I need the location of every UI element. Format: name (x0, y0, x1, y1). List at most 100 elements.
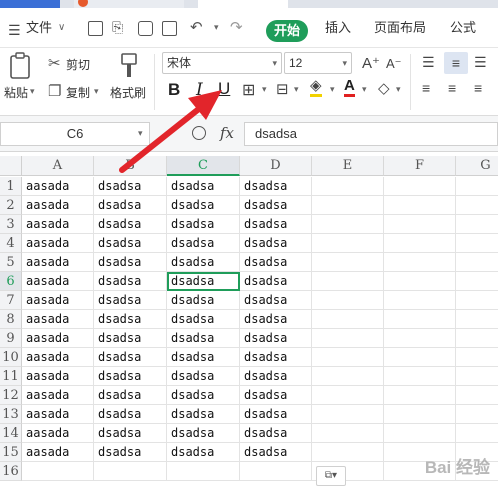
cell-f3[interactable] (384, 215, 456, 234)
paste-options-button[interactable]: ⧉▾ (316, 466, 346, 486)
cell-d6[interactable]: dsadsa (240, 272, 312, 291)
cell-e5[interactable] (312, 253, 384, 272)
cell-e13[interactable] (312, 405, 384, 424)
merge-icon[interactable]: ⊟ (276, 80, 289, 98)
cell-e1[interactable] (312, 177, 384, 196)
cell-a2[interactable]: aasada (22, 196, 94, 215)
cell-b1[interactable]: dsadsa (94, 177, 167, 196)
cell-f8[interactable] (384, 310, 456, 329)
cell-g13[interactable] (456, 405, 498, 424)
cell-d5[interactable]: dsadsa (240, 253, 312, 272)
row-header-6[interactable]: 6 (0, 272, 22, 291)
cell-d7[interactable]: dsadsa (240, 291, 312, 310)
name-box[interactable]: C6 (0, 122, 150, 146)
cell-g14[interactable] (456, 424, 498, 443)
cell-d3[interactable]: dsadsa (240, 215, 312, 234)
cell-a16[interactable] (22, 462, 94, 481)
cell-b15[interactable]: dsadsa (94, 443, 167, 462)
column-header-b[interactable]: B (94, 156, 167, 176)
cell-c1[interactable]: dsadsa (167, 177, 240, 196)
eraser-icon[interactable]: ◇ (378, 79, 390, 97)
align-top-icon[interactable]: ☰ (422, 54, 435, 71)
hamburger-icon[interactable]: ☰ (8, 22, 21, 39)
cell-d14[interactable]: dsadsa (240, 424, 312, 443)
tab-document[interactable] (74, 0, 184, 8)
spreadsheet-grid[interactable]: A B C D E F G 1 aasada dsadsa dsadsa dsadsa 2 aasada d… (0, 156, 498, 498)
column-header-g[interactable]: G (456, 156, 498, 176)
cell-a11[interactable]: aasada (22, 367, 94, 386)
cell-d11[interactable]: dsadsa (240, 367, 312, 386)
cell-c11[interactable]: dsadsa (167, 367, 240, 386)
cell-c8[interactable]: dsadsa (167, 310, 240, 329)
cell-e14[interactable] (312, 424, 384, 443)
row-header-9[interactable]: 9 (0, 329, 22, 348)
cell-g12[interactable] (456, 386, 498, 405)
cell-a13[interactable]: aasada (22, 405, 94, 424)
cell-c5[interactable]: dsadsa (167, 253, 240, 272)
cell-b12[interactable]: dsadsa (94, 386, 167, 405)
cell-f5[interactable] (384, 253, 456, 272)
row-header-3[interactable]: 3 (0, 215, 22, 234)
function-button[interactable]: fx (220, 124, 234, 142)
cell-a14[interactable]: aasada (22, 424, 94, 443)
cell-f14[interactable] (384, 424, 456, 443)
row-header-14[interactable]: 14 (0, 424, 22, 443)
cell-e7[interactable] (312, 291, 384, 310)
copy-icon[interactable]: ❐ (48, 82, 61, 100)
cell-c15[interactable]: dsadsa (167, 443, 240, 462)
copy-dropdown-icon[interactable]: ▾ (94, 86, 99, 97)
cell-g2[interactable] (456, 196, 498, 215)
cell-a12[interactable]: aasada (22, 386, 94, 405)
cell-g7[interactable] (456, 291, 498, 310)
cell-c3[interactable]: dsadsa (167, 215, 240, 234)
file-menu[interactable]: 文件 (26, 18, 52, 38)
save-icon[interactable] (88, 21, 103, 36)
paste-button[interactable]: 粘贴 (4, 84, 28, 101)
cell-a3[interactable]: aasada (22, 215, 94, 234)
row-header-10[interactable]: 10 (0, 348, 22, 367)
cell-f2[interactable] (384, 196, 456, 215)
redo-icon[interactable]: ↷ (230, 18, 243, 36)
align-bottom-icon[interactable]: ☰ (474, 54, 487, 71)
cell-b11[interactable]: dsadsa (94, 367, 167, 386)
cell-b10[interactable]: dsadsa (94, 348, 167, 367)
cell-c9[interactable]: dsadsa (167, 329, 240, 348)
tab-page-layout[interactable]: 页面布局 (374, 18, 426, 38)
row-header-1[interactable]: 1 (0, 177, 22, 196)
cell-f6[interactable] (384, 272, 456, 291)
cell-d2[interactable]: dsadsa (240, 196, 312, 215)
cell-f9[interactable] (384, 329, 456, 348)
copy-button[interactable]: 复制 (66, 84, 90, 101)
cell-e9[interactable] (312, 329, 384, 348)
print-preview-icon[interactable] (162, 21, 177, 36)
cell-g8[interactable] (456, 310, 498, 329)
font-size-select[interactable]: 12 ▾ (284, 52, 352, 74)
cell-a1[interactable]: aasada (22, 177, 94, 196)
align-right-icon[interactable]: ≡ (474, 80, 482, 96)
dropdown-icon[interactable]: ▾ (214, 22, 219, 33)
cell-d4[interactable]: dsadsa (240, 234, 312, 253)
cell-b6[interactable]: dsadsa (94, 272, 167, 291)
print-icon[interactable] (138, 21, 153, 36)
cell-d13[interactable]: dsadsa (240, 405, 312, 424)
dropdown-icon[interactable]: ▾ (294, 84, 299, 95)
decrease-font-icon[interactable]: A⁻ (386, 56, 402, 72)
cell-d12[interactable]: dsadsa (240, 386, 312, 405)
cell-f7[interactable] (384, 291, 456, 310)
row-header-12[interactable]: 12 (0, 386, 22, 405)
format-painter-icon[interactable] (118, 52, 140, 80)
cell-d10[interactable]: dsadsa (240, 348, 312, 367)
format-painter-button[interactable]: 格式刷 (110, 84, 146, 101)
dropdown-icon[interactable]: ▾ (262, 84, 267, 95)
undo-icon[interactable]: ↶ (190, 18, 203, 36)
cell-b2[interactable]: dsadsa (94, 196, 167, 215)
cell-g4[interactable] (456, 234, 498, 253)
cell-d8[interactable]: dsadsa (240, 310, 312, 329)
tab-home[interactable] (0, 0, 60, 8)
tab-start[interactable]: 开始 (266, 20, 308, 42)
cell-a7[interactable]: aasada (22, 291, 94, 310)
tab-insert[interactable]: 插入 (325, 18, 351, 38)
cell-g3[interactable] (456, 215, 498, 234)
cell-c10[interactable]: dsadsa (167, 348, 240, 367)
tab-workbook[interactable] (198, 0, 288, 8)
